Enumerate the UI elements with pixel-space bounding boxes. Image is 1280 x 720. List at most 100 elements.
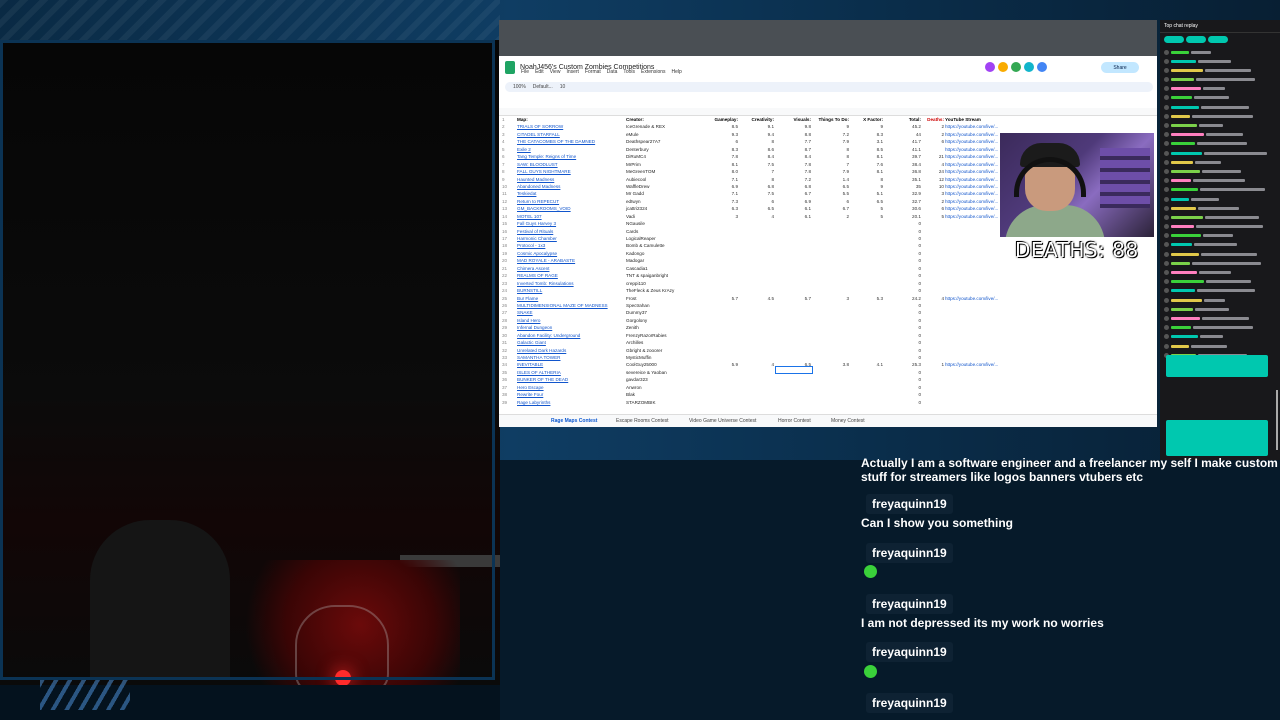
cell-creator[interactable]: TheFleck & Zeus KrAzy <box>626 287 674 294</box>
cell-visuals[interactable]: 8.4 <box>779 153 811 160</box>
row-number[interactable]: 10 <box>502 183 507 190</box>
cell-map[interactable]: CITADEL STARFALL <box>517 131 560 138</box>
cell-things-to-do[interactable]: 6.7 <box>817 205 849 212</box>
cell-total[interactable]: 0 <box>889 280 921 287</box>
row-number[interactable]: 13 <box>502 205 507 212</box>
cell-youtube[interactable]: https://youtube.com/live/... <box>945 168 998 175</box>
header-map[interactable]: Map: <box>517 116 528 123</box>
row-number[interactable]: 5 <box>502 146 505 153</box>
avatar[interactable] <box>985 62 995 72</box>
row-number[interactable]: 23 <box>502 280 507 287</box>
cell-creator[interactable]: Dummy37 <box>626 309 647 316</box>
cell-map[interactable]: Tang Temple: Reigns of Time <box>517 153 576 160</box>
cell-creator[interactable]: LogicalReaper <box>626 235 656 242</box>
cell-total[interactable]: 35.1 <box>889 176 921 183</box>
avatar[interactable] <box>1011 62 1021 72</box>
tab-escape-rooms-contest[interactable]: Escape Rooms Contest <box>616 418 669 424</box>
cell-total[interactable]: 0 <box>889 376 921 383</box>
cell-map[interactable]: Rage Labyrinths <box>517 399 550 406</box>
cell-things-to-do[interactable]: 7.9 <box>817 168 849 175</box>
cell-things-to-do[interactable]: 6 <box>817 198 849 205</box>
cell-map[interactable]: Fall Guys Harvey 3 <box>517 220 556 227</box>
cell-total[interactable]: 32.7 <box>889 198 921 205</box>
cell-total[interactable]: 0 <box>889 391 921 398</box>
cell-creativity[interactable]: 7 <box>744 168 774 175</box>
cell-deaths[interactable]: 6 <box>927 138 944 145</box>
cell-creator[interactable]: Mr Gadd <box>626 190 644 197</box>
cell-creativity[interactable]: 6.8 <box>744 183 774 190</box>
cell-total[interactable]: 32.9 <box>889 190 921 197</box>
cell-total[interactable]: 41.7 <box>889 138 921 145</box>
cell-things-to-do[interactable]: 7.9 <box>817 138 849 145</box>
cell-gameplay[interactable]: 8.1 <box>706 161 738 168</box>
cell-x-factor[interactable]: 9 <box>851 123 883 130</box>
row-number[interactable]: 31 <box>502 339 507 346</box>
cell-map[interactable]: MOTEL 107 <box>517 213 542 220</box>
row-number[interactable]: 6 <box>502 153 505 160</box>
cell-creativity[interactable]: 4 <box>744 213 774 220</box>
cell-map[interactable]: Galactic Giant <box>517 339 546 346</box>
cell-map[interactable]: INEVITABLE <box>517 361 543 368</box>
cell-creativity[interactable]: 8.6 <box>744 146 774 153</box>
menu-edit[interactable]: Edit <box>535 69 544 75</box>
font-select[interactable]: Default... <box>533 84 553 90</box>
cell-map[interactable]: TRIALS OF SORROW <box>517 123 563 130</box>
cell-gameplay[interactable]: 8.3 <box>706 146 738 153</box>
cell-total[interactable]: 0 <box>889 257 921 264</box>
cell-map[interactable]: Return to REPECUT <box>517 198 559 205</box>
cell-creativity[interactable]: 4 <box>744 361 774 368</box>
cell-visuals[interactable]: 6.9 <box>779 198 811 205</box>
row-number[interactable]: 8 <box>502 168 505 175</box>
cell-x-factor[interactable]: 9 <box>851 183 883 190</box>
cell-visuals[interactable]: 7.2 <box>779 176 811 183</box>
cell-deaths[interactable]: 2 <box>927 131 944 138</box>
cell-total[interactable]: 0 <box>889 228 921 235</box>
cell-creator[interactable]: eMule <box>626 131 639 138</box>
cell-creator[interactable]: Kadongo <box>626 250 644 257</box>
cell-visuals[interactable]: 6.7 <box>779 190 811 197</box>
cell-creator[interactable]: MysticMuffin <box>626 354 651 361</box>
cell-creator[interactable]: Cascadia1 <box>626 265 648 272</box>
cell-creator[interactable]: STARZOMBIK <box>626 399 656 406</box>
cell-visuals[interactable]: 7.8 <box>779 168 811 175</box>
cell-total[interactable]: 0 <box>889 220 921 227</box>
cell-creator[interactable]: IceGrenade & REX <box>626 123 665 130</box>
row-number[interactable]: 15 <box>502 220 507 227</box>
cell-youtube[interactable]: https://youtube.com/live/... <box>945 138 998 145</box>
row-number[interactable]: 35 <box>502 369 507 376</box>
cell-youtube[interactable]: https://youtube.com/live/... <box>945 176 998 183</box>
menu-file[interactable]: File <box>521 69 529 75</box>
cell-x-factor[interactable]: 5 <box>851 205 883 212</box>
cell-visuals[interactable]: 6.8 <box>779 183 811 190</box>
cell-deaths[interactable]: 4 <box>927 161 944 168</box>
row-number[interactable]: 37 <box>502 384 507 391</box>
cell-gameplay[interactable]: 8.5 <box>706 123 738 130</box>
cell-x-factor[interactable]: 8.5 <box>851 146 883 153</box>
cell-creator[interactable]: Bomb & Camulette <box>626 242 665 249</box>
tab-rage-maps-contest[interactable]: Rage Maps Contest <box>551 418 597 424</box>
cell-map[interactable]: Infernal Dungeon <box>517 324 552 331</box>
row-number[interactable]: 26 <box>502 302 507 309</box>
row-number[interactable]: 22 <box>502 272 507 279</box>
cell-creator[interactable]: Gorgolony <box>626 317 647 324</box>
cell-map[interactable]: Teskiedat <box>517 190 536 197</box>
cell-map[interactable]: MAD ROYALE - ARABASTE <box>517 257 575 264</box>
cell-gameplay[interactable]: 9.3 <box>706 131 738 138</box>
cell-total[interactable]: 0 <box>889 347 921 354</box>
cell-total[interactable]: 0 <box>889 384 921 391</box>
cell-youtube[interactable]: https://youtube.com/live/... <box>945 295 998 302</box>
cell-creativity[interactable]: 9.4 <box>744 131 774 138</box>
tab-video-game-universe-contest[interactable]: Video Game Universe Contest <box>689 418 756 424</box>
cell-youtube[interactable]: https://youtube.com/live/... <box>945 190 998 197</box>
cell-map[interactable]: Harmonic Chamber <box>517 235 557 242</box>
cell-gameplay[interactable]: 3 <box>706 213 738 220</box>
cell-creator[interactable]: creppi110 <box>626 280 646 287</box>
cell-creator[interactable]: Cards <box>626 228 638 235</box>
cell-creativity[interactable]: 8 <box>744 176 774 183</box>
row-number[interactable]: 2 <box>502 123 505 130</box>
cell-x-factor[interactable]: 5.1 <box>851 190 883 197</box>
cell-creator[interactable]: Gbright & zooorer <box>626 347 662 354</box>
row-number[interactable]: 38 <box>502 391 507 398</box>
cell-gameplay[interactable]: 6.9 <box>706 183 738 190</box>
row-number[interactable]: 28 <box>502 317 507 324</box>
